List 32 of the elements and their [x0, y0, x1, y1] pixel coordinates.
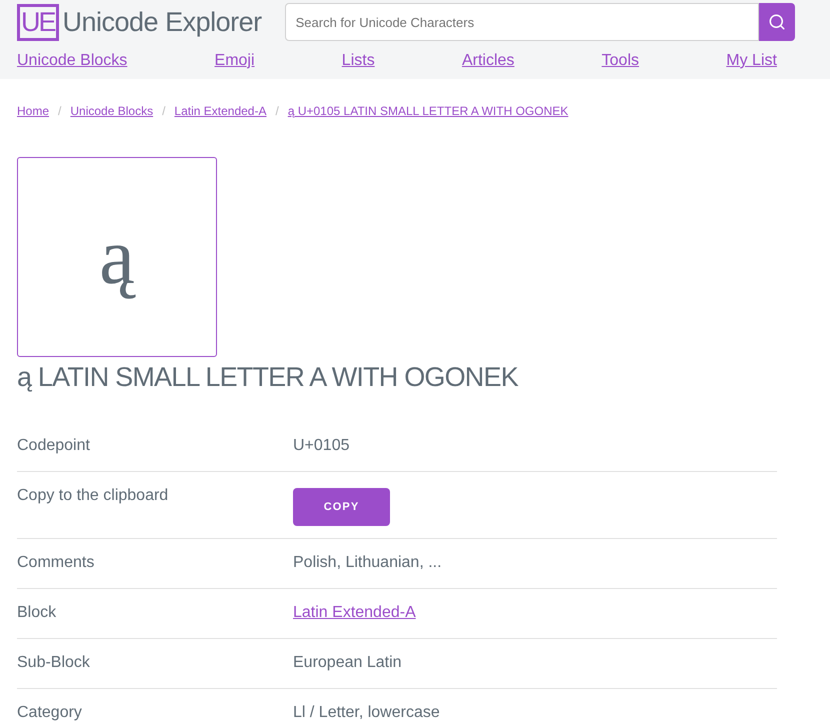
- nav-link[interactable]: Unicode Blocks: [17, 49, 128, 73]
- row-label: Comments: [17, 553, 96, 573]
- site-title: Unicode Explorer: [62, 6, 262, 39]
- breadcrumb-separator: /: [58, 103, 62, 120]
- breadcrumb-link[interactable]: Unicode Blocks: [70, 102, 154, 120]
- nav-link[interactable]: Lists: [342, 49, 375, 73]
- row-value: Polish, Lithuanian, ...: [293, 554, 442, 571]
- nav-link[interactable]: My List: [726, 49, 777, 73]
- nav-link[interactable]: Tools: [602, 49, 640, 73]
- breadcrumb-link[interactable]: Home: [17, 102, 50, 120]
- copy-button[interactable]: COPY: [293, 488, 390, 526]
- row-label: Sub-Block: [17, 653, 91, 673]
- row-value: Ll / Letter, lowercase: [293, 704, 440, 721]
- row-label: Copy to the clipboard: [17, 486, 170, 506]
- nav-link[interactable]: Emoji: [214, 49, 255, 73]
- row-label: Category: [17, 703, 83, 723]
- breadcrumb-separator: /: [162, 103, 166, 120]
- breadcrumb-link[interactable]: ą U+0105 LATIN SMALL LETTER A WITH OGONEK: [288, 102, 568, 120]
- search-field[interactable]: Search for Unicode Characters: [284, 3, 759, 41]
- logo-mark: UE: [17, 4, 59, 40]
- block-link[interactable]: Latin Extended-A: [293, 604, 416, 621]
- row-label: Block: [17, 603, 58, 623]
- search-icon: [768, 13, 786, 31]
- search-button[interactable]: [758, 3, 795, 41]
- character-heading: ą LATIN SMALL LETTER A WITH OGONEK: [17, 361, 520, 394]
- row-label: Codepoint: [17, 436, 91, 456]
- nav-link[interactable]: Articles: [462, 49, 514, 73]
- breadcrumb-separator: /: [275, 103, 279, 120]
- row-value: European Latin: [293, 654, 402, 671]
- row-value: U+0105: [293, 437, 350, 454]
- glyph-preview: ą: [17, 157, 217, 357]
- breadcrumb-link[interactable]: Latin Extended-A: [174, 102, 266, 120]
